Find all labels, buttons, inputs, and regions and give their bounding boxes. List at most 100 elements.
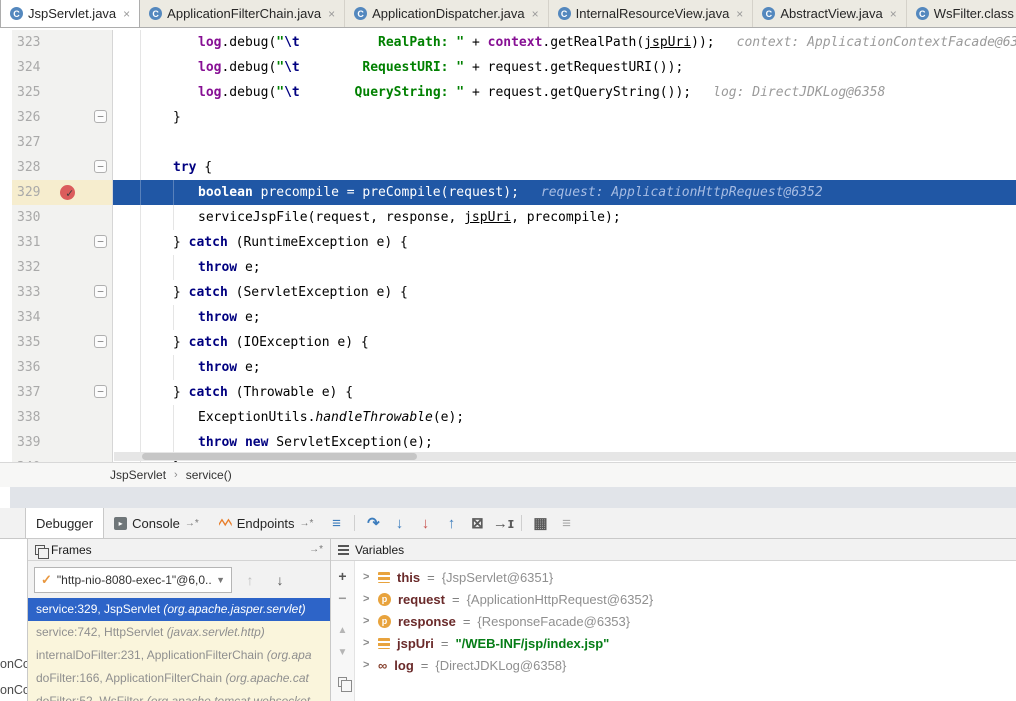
layout-settings-button[interactable]: ≡ bbox=[553, 508, 579, 538]
fold-marker-icon[interactable]: − bbox=[94, 235, 107, 248]
previous-frame-button[interactable]: ↑ bbox=[238, 572, 262, 588]
variable-value: {JspServlet@6351} bbox=[442, 570, 554, 585]
frames-panel-header: Frames →* bbox=[28, 539, 330, 561]
gutter-line-340[interactable]: 340 bbox=[12, 455, 113, 462]
tab-jspservlet-java[interactable]: CJspServlet.java× bbox=[0, 0, 140, 27]
gutter-line-329[interactable]: 329✓ bbox=[12, 180, 113, 205]
remove-watch-button[interactable]: − bbox=[331, 587, 354, 609]
variable-row-request[interactable]: >prequest={ApplicationHttpRequest@6352} bbox=[355, 588, 1016, 610]
tab-abstractview-java[interactable]: CAbstractView.java× bbox=[753, 0, 906, 27]
code-text[interactable]: } bbox=[113, 105, 1016, 130]
close-icon[interactable]: × bbox=[736, 7, 743, 21]
variable-row-this[interactable]: >this={JspServlet@6351} bbox=[355, 566, 1016, 588]
frame-location: doFilter:52, WsFilter bbox=[36, 694, 147, 701]
drop-frame-button[interactable]: ⊠ bbox=[464, 508, 490, 538]
thread-selector-dropdown[interactable]: ✓ "http-nio-8080-exec-1"@6,0... ▼ bbox=[34, 567, 232, 593]
code-text[interactable]: throw e; bbox=[113, 355, 1016, 380]
gutter-line-325[interactable]: 325 bbox=[12, 80, 113, 105]
breadcrumb-item-service[interactable]: service() bbox=[186, 463, 232, 487]
next-frame-button[interactable]: ↓ bbox=[268, 572, 292, 588]
gutter-line-326[interactable]: 326− bbox=[12, 105, 113, 130]
code-text[interactable]: throw e; bbox=[113, 305, 1016, 330]
step-over-button[interactable]: ↷ bbox=[360, 508, 386, 538]
expand-chevron-icon[interactable]: > bbox=[363, 615, 371, 627]
move-watch-down-button[interactable]: ▼ bbox=[331, 641, 354, 663]
gutter-line-339[interactable]: 339 bbox=[12, 430, 113, 455]
gutter-line-332[interactable]: 332 bbox=[12, 255, 113, 280]
gutter-line-328[interactable]: 328− bbox=[12, 155, 113, 180]
tab-wsfilter-class[interactable]: CWsFilter.class× bbox=[907, 0, 1016, 27]
run-to-cursor-button[interactable]: →ɪ bbox=[490, 508, 516, 538]
fold-marker-icon[interactable]: − bbox=[94, 160, 107, 173]
gutter-line-330[interactable]: 330 bbox=[12, 205, 113, 230]
stack-frame-row[interactable]: service:742, HttpServlet (javax.servlet.… bbox=[28, 621, 330, 644]
stack-frame-row[interactable]: doFilter:52, WsFilter (org.apache.tomcat… bbox=[28, 690, 330, 701]
frames-title: Frames bbox=[51, 543, 92, 557]
variable-row-log[interactable]: >∞log={DirectJDKLog@6358} bbox=[355, 654, 1016, 676]
stack-frame-row[interactable]: internalDoFilter:231, ApplicationFilterC… bbox=[28, 644, 330, 667]
debug-tab-console[interactable]: ▸Console→* bbox=[104, 508, 209, 538]
expand-chevron-icon[interactable]: > bbox=[363, 659, 371, 671]
gutter-line-324[interactable]: 324 bbox=[12, 55, 113, 80]
code-text[interactable]: } catch (Throwable e) { bbox=[113, 380, 1016, 405]
gutter-line-334[interactable]: 334 bbox=[12, 305, 113, 330]
code-text[interactable]: log.debug("\t QueryString: " + request.g… bbox=[113, 80, 1016, 105]
code-text[interactable]: } catch (RuntimeException e) { bbox=[113, 230, 1016, 255]
fold-marker-icon[interactable]: − bbox=[94, 285, 107, 298]
indent-guide bbox=[173, 180, 174, 205]
stack-frame-row[interactable]: doFilter:166, ApplicationFilterChain (or… bbox=[28, 667, 330, 690]
code-editor[interactable]: 323log.debug("\t RealPath: " + context.g… bbox=[0, 28, 1016, 462]
tab-applicationfilterchain-java[interactable]: CApplicationFilterChain.java× bbox=[140, 0, 345, 27]
code-text[interactable]: throw e; bbox=[113, 255, 1016, 280]
fold-marker-icon[interactable]: − bbox=[94, 385, 107, 398]
variable-row-jspuri[interactable]: >jspUri="/WEB-INF/jsp/index.jsp" bbox=[355, 632, 1016, 654]
code-text[interactable]: log.debug("\t RealPath: " + context.getR… bbox=[113, 30, 1016, 55]
code-text[interactable]: ExceptionUtils.handleThrowable(e); bbox=[113, 405, 1016, 430]
gutter-line-337[interactable]: 337 − bbox=[12, 380, 113, 405]
code-text[interactable]: boolean precompile = preCompile(request)… bbox=[113, 180, 1016, 205]
gutter-line-323[interactable]: 323 bbox=[12, 30, 113, 55]
breadcrumb-item-jspservlet[interactable]: JspServlet bbox=[110, 463, 166, 487]
move-watch-up-button[interactable]: ▲ bbox=[331, 619, 354, 641]
fold-marker-icon[interactable]: − bbox=[94, 335, 107, 348]
gutter-line-331[interactable]: 331− bbox=[12, 230, 113, 255]
code-text[interactable]: log.debug("\t RequestURI: " + request.ge… bbox=[113, 55, 1016, 80]
evaluate-expression-button[interactable]: ▦ bbox=[527, 508, 553, 538]
expand-chevron-icon[interactable]: > bbox=[363, 593, 371, 605]
debug-tab-endpoints[interactable]: Endpoints→* bbox=[209, 508, 324, 538]
gutter-line-327[interactable]: 327 bbox=[12, 130, 113, 155]
threads-menu-button[interactable]: ≡ bbox=[323, 508, 349, 538]
gutter-line-335[interactable]: 335− bbox=[12, 330, 113, 355]
code-text[interactable] bbox=[113, 130, 1016, 155]
gutter-line-336[interactable]: 336 bbox=[12, 355, 113, 380]
code-text[interactable]: serviceJspFile(request, response, jspUri… bbox=[113, 205, 1016, 230]
close-icon[interactable]: × bbox=[123, 7, 130, 21]
add-watch-button[interactable]: + bbox=[331, 565, 354, 587]
close-icon[interactable]: × bbox=[890, 7, 897, 21]
code-text[interactable]: } catch (IOException e) { bbox=[113, 330, 1016, 355]
tab-internalresourceview-java[interactable]: CInternalResourceView.java× bbox=[549, 0, 754, 27]
tab-applicationdispatcher-java[interactable]: CApplicationDispatcher.java× bbox=[345, 0, 549, 27]
drop-frame-icon: ⊠ bbox=[471, 514, 484, 532]
close-icon[interactable]: × bbox=[532, 7, 539, 21]
stack-frame-row[interactable]: service:329, JspServlet (org.apache.jasp… bbox=[28, 598, 330, 621]
gutter-line-338[interactable]: 338 bbox=[12, 405, 113, 430]
token: , precompile); bbox=[511, 210, 621, 225]
close-icon[interactable]: × bbox=[328, 7, 335, 21]
step-out-button[interactable]: ↑ bbox=[438, 508, 464, 538]
debug-tab-debugger[interactable]: Debugger bbox=[25, 508, 104, 538]
line-number: 337 bbox=[12, 385, 40, 400]
gutter-line-333[interactable]: 333− bbox=[12, 280, 113, 305]
expand-chevron-icon[interactable]: > bbox=[363, 637, 371, 649]
code-text[interactable]: try { bbox=[113, 155, 1016, 180]
fold-marker-icon[interactable]: − bbox=[94, 110, 107, 123]
force-step-into-button[interactable]: ↓ bbox=[412, 508, 438, 538]
horizontal-scrollbar[interactable] bbox=[114, 452, 1016, 461]
variable-row-response[interactable]: >presponse={ResponseFacade@6353} bbox=[355, 610, 1016, 632]
code-text[interactable]: } catch (ServletException e) { bbox=[113, 280, 1016, 305]
hide-panel-icon[interactable]: →* bbox=[309, 544, 323, 555]
copy-button[interactable] bbox=[331, 671, 354, 693]
expand-chevron-icon[interactable]: > bbox=[363, 571, 371, 583]
scrollbar-thumb[interactable] bbox=[142, 453, 417, 460]
step-into-button[interactable]: ↓ bbox=[386, 508, 412, 538]
